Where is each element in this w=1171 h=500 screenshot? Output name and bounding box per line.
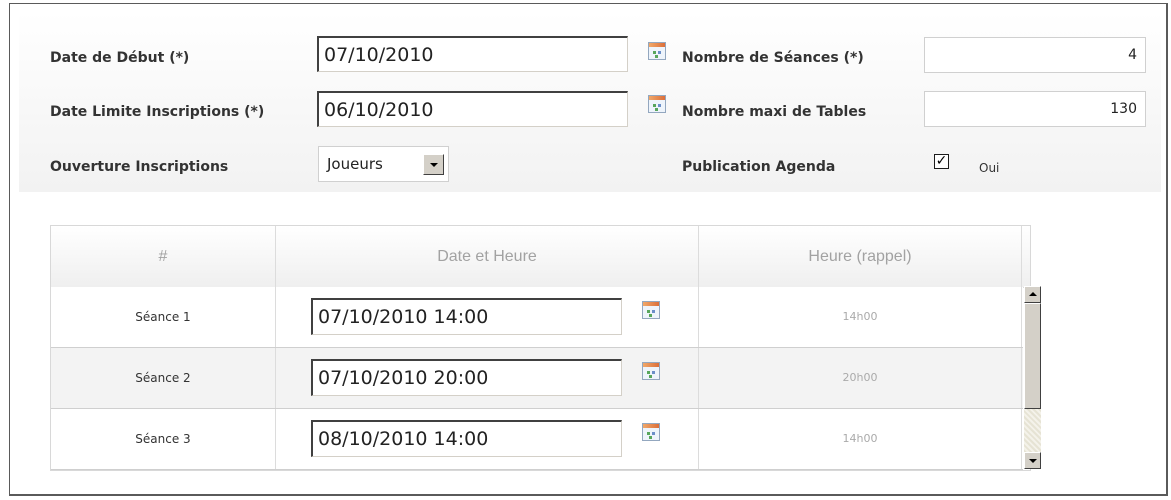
calendar-icon[interactable]: [642, 301, 660, 319]
reminder-time: 14h00: [699, 287, 1022, 347]
arrow-down-icon[interactable]: [1024, 452, 1041, 469]
datetime-input[interactable]: [311, 359, 622, 396]
publication-checkbox[interactable]: ✓: [934, 154, 949, 169]
seance-name: Séance 1: [51, 287, 276, 347]
seance-name: Séance 3: [51, 409, 276, 469]
scrollbar-thumb[interactable]: [1024, 303, 1041, 409]
datetime-cell: [276, 348, 699, 408]
nb-seances-input[interactable]: 4: [924, 37, 1146, 73]
column-header-number: #: [51, 226, 276, 287]
datetime-input[interactable]: [311, 298, 622, 335]
date-limite-label: Date Limite Inscriptions (*): [50, 104, 265, 120]
publication-label: Publication Agenda: [682, 159, 836, 175]
datetime-input[interactable]: [311, 420, 622, 457]
arrow-up-icon[interactable]: [1024, 286, 1041, 303]
nb-tables-label: Nombre maxi de Tables: [682, 104, 867, 120]
ouverture-selected-value: Joueurs: [327, 155, 383, 173]
table-scrollbar[interactable]: [1024, 286, 1041, 469]
date-limite-input[interactable]: [317, 91, 628, 127]
column-header-reminder: Heure (rappel): [699, 226, 1022, 287]
date-debut-label: Date de Début (*): [50, 50, 190, 66]
date-debut-input[interactable]: [317, 36, 628, 72]
ouverture-select[interactable]: Joueurs: [318, 146, 449, 182]
nb-seances-label: Nombre de Séances (*): [682, 50, 864, 66]
publication-option-label: Oui: [979, 161, 1000, 175]
datetime-cell: [276, 409, 699, 469]
ouverture-label: Ouverture Inscriptions: [50, 159, 229, 175]
nb-tables-input[interactable]: 130: [924, 91, 1146, 127]
table-header: # Date et Heure Heure (rappel): [51, 226, 1030, 288]
reminder-time: 20h00: [699, 348, 1022, 408]
seance-name: Séance 2: [51, 348, 276, 408]
seances-table: # Date et Heure Heure (rappel) Séance 1 …: [50, 225, 1031, 471]
table-row: Séance 3 14h00: [51, 409, 1023, 470]
calendar-icon[interactable]: [642, 423, 660, 441]
column-header-datetime: Date et Heure: [276, 226, 699, 287]
table-row: Séance 1 14h00: [51, 287, 1023, 348]
chevron-down-icon[interactable]: [423, 154, 444, 175]
calendar-icon[interactable]: [642, 362, 660, 380]
calendar-icon[interactable]: [648, 95, 666, 113]
reminder-time: 14h00: [699, 409, 1022, 469]
datetime-cell: [276, 287, 699, 347]
calendar-icon[interactable]: [648, 42, 666, 60]
table-row: Séance 2 20h00: [51, 348, 1023, 409]
